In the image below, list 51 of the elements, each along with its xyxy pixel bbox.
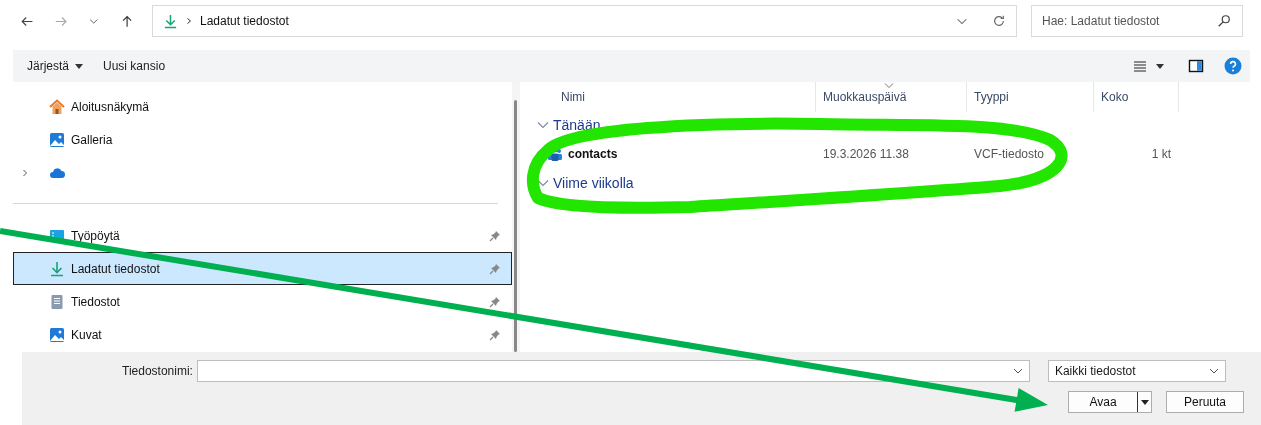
caret-icon[interactable] (1156, 63, 1164, 69)
search-field[interactable]: Hae: Ladatut tiedostot (1031, 5, 1243, 37)
column-header[interactable]: Muokkauspäivä (816, 82, 967, 112)
chevron-down-icon (1208, 368, 1219, 374)
document-icon (49, 293, 65, 310)
sidebar-item[interactable]: Aloitusnäkymä (13, 90, 498, 123)
chevron-icon (537, 121, 549, 129)
address-bar[interactable]: Ladatut tiedostot (152, 5, 1017, 37)
organize-button[interactable]: Järjestä (23, 55, 88, 77)
sidebar-item[interactable]: Galleria (13, 123, 498, 156)
caret-icon (75, 63, 84, 69)
file-name[interactable]: contacts (568, 147, 618, 161)
pin-icon[interactable] (489, 328, 501, 341)
chevron-down-icon (1012, 368, 1023, 374)
scrollbar[interactable] (512, 82, 520, 352)
file-type: VCF-tiedosto (973, 147, 1046, 161)
chevron-right-icon[interactable] (21, 168, 29, 177)
download-icon (49, 260, 65, 277)
search-icon[interactable] (1217, 14, 1231, 28)
download-icon (163, 13, 178, 29)
pin-icon[interactable] (489, 229, 501, 242)
filename-field[interactable] (196, 360, 1030, 382)
chevron-icon (537, 179, 549, 187)
contacts-people-icon (547, 146, 563, 162)
view-list-icon[interactable] (1132, 58, 1148, 74)
chevron-right-icon (185, 17, 193, 25)
help-icon[interactable] (1224, 57, 1242, 75)
column-header[interactable]: Nimi (537, 82, 816, 112)
new-folder-button[interactable]: Uusi kansio (99, 55, 170, 77)
refresh-icon[interactable] (992, 14, 1006, 28)
file-size: 1 kt (1150, 147, 1172, 161)
modified-date: 19.3.2026 11.38 (822, 147, 910, 161)
filename-label: Tiedostonimi: (122, 364, 193, 378)
house-icon (49, 98, 65, 115)
preview-pane-icon[interactable] (1188, 58, 1204, 74)
caret-icon (1140, 399, 1149, 405)
address-path[interactable]: Ladatut tiedostot (200, 14, 289, 28)
sidebar-item[interactable]: Ladatut tiedostot (13, 252, 512, 285)
column-header[interactable]: Koko (1094, 82, 1179, 112)
sort-chevron-icon (884, 83, 894, 88)
column-header[interactable]: Tyyppi (967, 82, 1094, 112)
pin-icon[interactable] (489, 262, 501, 275)
picture-icon (49, 326, 65, 343)
sidebar-item[interactable]: Kuvat (13, 318, 512, 351)
file-type-dropdown[interactable]: Kaikki tiedostot (1047, 360, 1226, 382)
group-header[interactable]: Tänään (537, 112, 1250, 138)
picture-icon (49, 131, 65, 148)
dropdown-button[interactable] (1137, 392, 1151, 412)
pin-icon[interactable] (489, 295, 501, 308)
cancel-button[interactable]: Peruuta (1166, 391, 1244, 413)
group-header[interactable]: Viime viikolla (537, 170, 1250, 196)
